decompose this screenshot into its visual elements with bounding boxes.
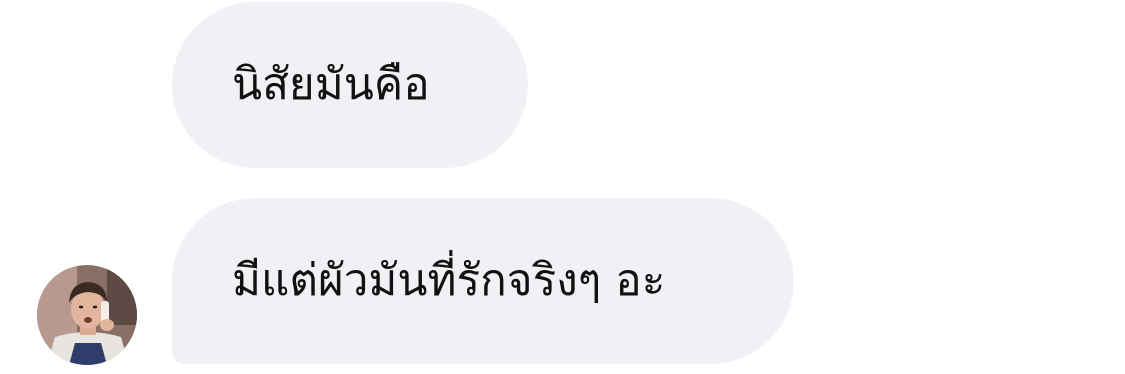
sender-avatar[interactable] [37,265,137,365]
message-bubble[interactable]: นิสัยมันคือ [172,2,528,168]
avatar-photo-icon [37,265,137,365]
message-bubble[interactable]: มีแต่ผัวมันที่รักจริงๆ อะ [172,198,794,364]
chat-thread: นิสัยมันคือ มีแต่ผัวมันที่รักจริงๆ อะ [0,0,1125,374]
message-text: มีแต่ผัวมันที่รักจริงๆ อะ [232,255,666,306]
message-text: นิสัยมันคือ [232,59,430,110]
